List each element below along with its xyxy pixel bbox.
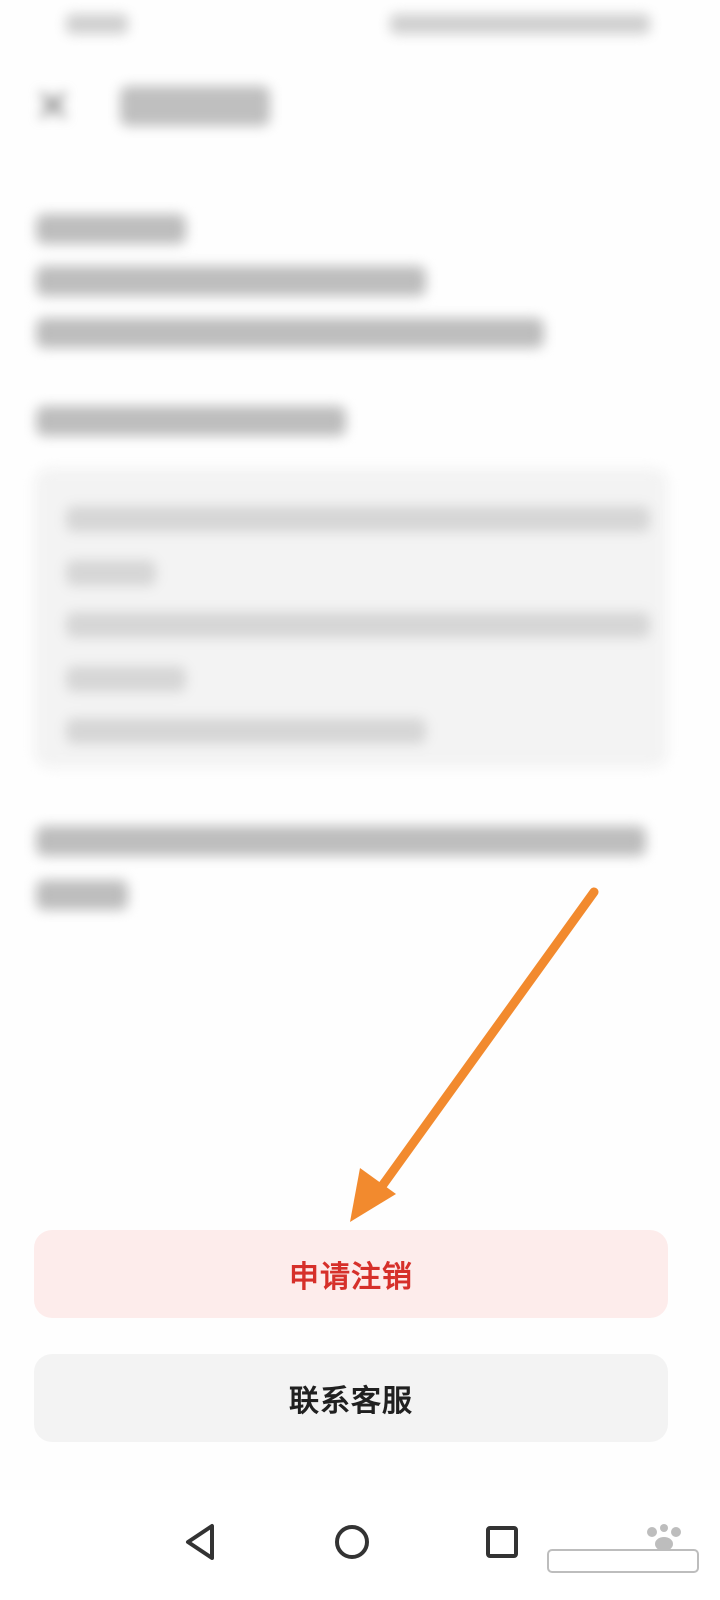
text-line bbox=[36, 406, 346, 436]
status-bar bbox=[0, 0, 720, 48]
home-button[interactable] bbox=[322, 1512, 382, 1572]
text-line bbox=[36, 826, 646, 856]
screen: 申请注销 联系客服 bbox=[0, 0, 720, 1600]
status-icons bbox=[390, 14, 650, 34]
page-title bbox=[120, 86, 270, 126]
text-line bbox=[36, 318, 544, 348]
info-line bbox=[66, 560, 156, 586]
back-button[interactable] bbox=[172, 1512, 232, 1572]
info-line bbox=[66, 506, 650, 532]
info-line bbox=[66, 718, 426, 744]
text-line bbox=[36, 214, 186, 244]
info-line bbox=[66, 612, 650, 638]
status-time bbox=[66, 14, 128, 34]
triangle-back-icon bbox=[186, 1524, 214, 1560]
info-line bbox=[66, 666, 186, 692]
recent-apps-button[interactable] bbox=[472, 1512, 532, 1572]
close-icon[interactable] bbox=[36, 88, 70, 122]
square-recent-icon bbox=[486, 1526, 518, 1558]
contact-support-button[interactable]: 联系客服 bbox=[34, 1354, 668, 1442]
text-line bbox=[36, 266, 426, 296]
circle-home-icon bbox=[335, 1525, 369, 1559]
watermark-logo bbox=[547, 1524, 699, 1573]
header bbox=[0, 70, 720, 140]
apply-cancellation-button[interactable]: 申请注销 bbox=[34, 1230, 668, 1318]
text-line bbox=[36, 880, 128, 910]
